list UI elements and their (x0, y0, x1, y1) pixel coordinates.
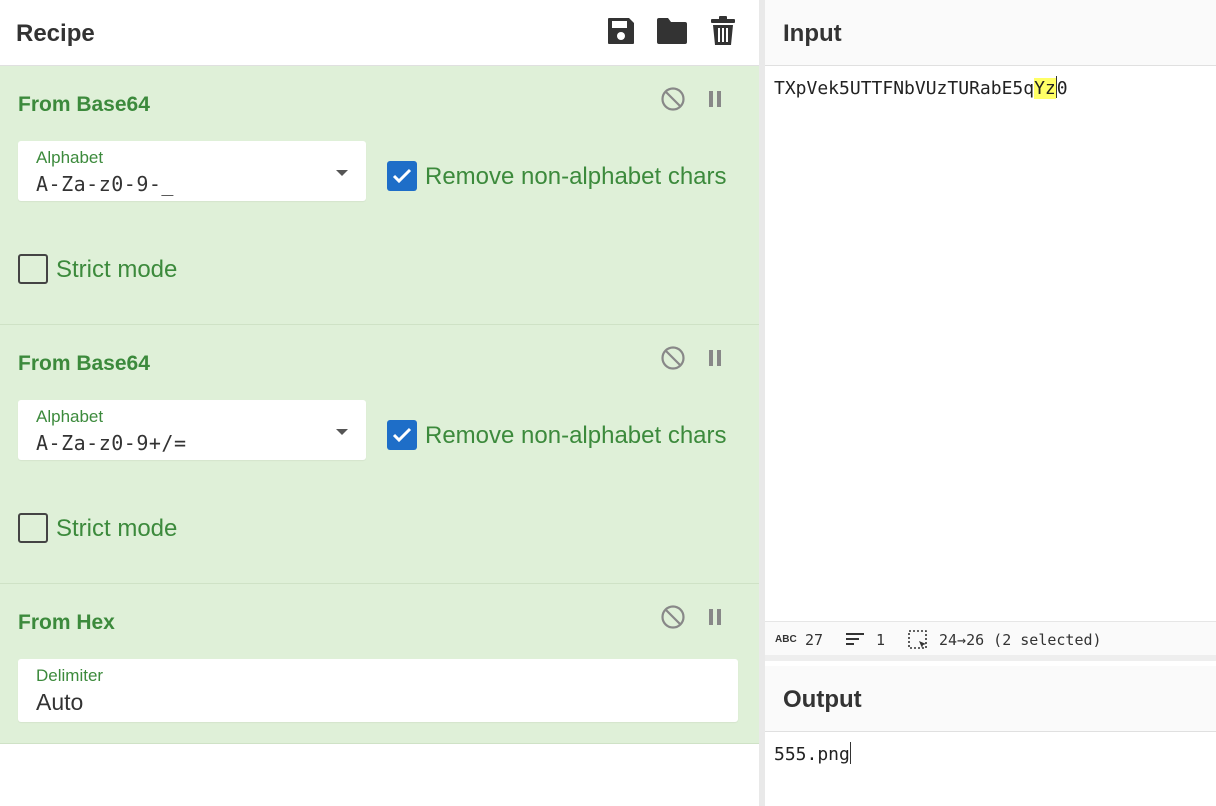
remove-non-alphabet-label: Remove non-alphabet chars (425, 422, 727, 449)
alphabet-label: Alphabet (36, 148, 104, 167)
input-text: TXpVek5UTTFNbVUzTURabE5q (774, 78, 1035, 99)
selection-icon (908, 630, 928, 654)
recipe-panel: Recipe From Base64 Alphabet A-Za-z0-9-_ (0, 0, 759, 806)
alphabet-select[interactable]: Alphabet A-Za-z0-9+/= (18, 400, 366, 460)
operation-from-base64-1: From Base64 Alphabet A-Za-z0-9-_ Remove … (0, 66, 759, 325)
alphabet-label: Alphabet (36, 407, 104, 426)
pause-breakpoint-icon[interactable] (700, 84, 730, 114)
input-text-after: 0 (1056, 78, 1068, 99)
pause-breakpoint-icon[interactable] (700, 343, 730, 373)
pause-breakpoint-icon[interactable] (700, 602, 730, 632)
output-header: Output (765, 666, 1216, 732)
delimiter-value: Auto (36, 689, 84, 715)
alphabet-value: A-Za-z0-9+/= (36, 431, 187, 455)
alphabet-value: A-Za-z0-9-_ (36, 172, 174, 196)
lines-icon (846, 632, 864, 650)
text-cursor (849, 742, 851, 764)
length-icon: ABC (775, 634, 797, 645)
alphabet-select[interactable]: Alphabet A-Za-z0-9-_ (18, 141, 366, 201)
input-length: 27 (805, 631, 824, 649)
save-icon[interactable] (605, 15, 637, 47)
input-textarea[interactable]: TXpVek5UTTFNbVUzTURabE5qYz0 (774, 76, 1068, 99)
input-header: Input (765, 0, 1216, 66)
chevron-down-icon (336, 429, 348, 435)
disable-operation-icon[interactable] (658, 602, 688, 632)
remove-non-alphabet-checkbox[interactable] (387, 161, 417, 191)
operation-title: From Base64 (18, 352, 150, 375)
output-textarea[interactable]: 555.png (774, 742, 851, 765)
delimiter-field[interactable]: Delimiter Auto (18, 659, 738, 722)
operation-from-base64-2: From Base64 Alphabet A-Za-z0-9+/= Remove… (0, 325, 759, 584)
input-title: Input (783, 20, 842, 47)
recipe-title: Recipe (16, 20, 95, 47)
input-selected-text: Yz (1034, 78, 1056, 99)
operation-title: From Base64 (18, 93, 150, 116)
input-status-bar: ABC 27 1 24→26 (2 selected) (765, 621, 1216, 655)
input-lines: 1 (876, 631, 886, 649)
strict-mode-label: Strict mode (56, 256, 178, 283)
chevron-down-icon (336, 170, 348, 176)
io-panel: Input TXpVek5UTTFNbVUzTURabE5qYz0 ABC 27… (765, 0, 1216, 806)
strict-mode-label: Strict mode (56, 515, 178, 542)
operation-title: From Hex (18, 611, 115, 634)
output-title: Output (783, 686, 862, 713)
disable-operation-icon[interactable] (658, 84, 688, 114)
recipe-header: Recipe (0, 0, 759, 66)
io-divider[interactable] (765, 655, 1216, 661)
strict-mode-checkbox[interactable] (18, 513, 48, 543)
trash-icon[interactable] (707, 15, 739, 47)
remove-non-alphabet-checkbox[interactable] (387, 420, 417, 450)
output-text: 555.png (774, 744, 850, 765)
folder-icon[interactable] (656, 15, 688, 47)
input-selection: 24→26 (2 selected) (939, 631, 1102, 649)
disable-operation-icon[interactable] (658, 343, 688, 373)
strict-mode-checkbox[interactable] (18, 254, 48, 284)
cyberchef-app: Recipe From Base64 Alphabet A-Za-z0-9-_ (0, 0, 1216, 806)
operation-from-hex: From Hex Delimiter Auto (0, 584, 759, 744)
delimiter-label: Delimiter (36, 666, 104, 685)
remove-non-alphabet-label: Remove non-alphabet chars (425, 163, 727, 190)
